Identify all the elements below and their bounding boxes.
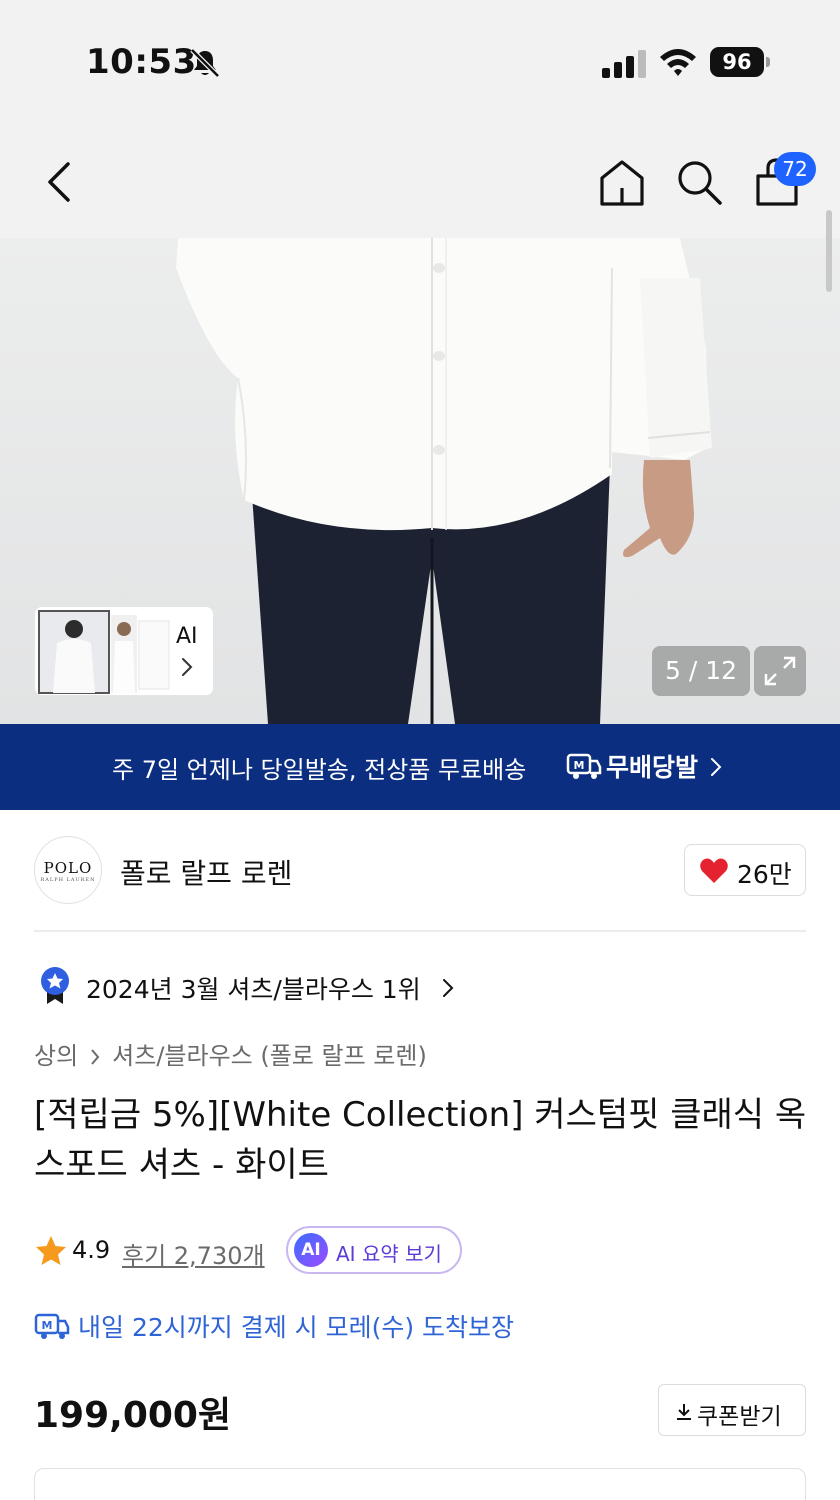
chevron-right-icon[interactable] xyxy=(180,656,194,678)
reviews-link[interactable]: 후기 2,730개 xyxy=(122,1236,265,1271)
ai-icon: AI xyxy=(294,1233,328,1267)
download-icon xyxy=(677,1404,691,1420)
divider xyxy=(34,930,806,932)
cellular-signal-icon xyxy=(602,50,646,78)
ranking-text[interactable]: 2024년 3월 셔츠/블라우스 1위 xyxy=(86,970,421,1006)
chevron-right-icon xyxy=(711,758,722,776)
thumbnail-images xyxy=(38,610,170,694)
battery-level: 96 xyxy=(710,47,764,77)
bottom-card[interactable] xyxy=(34,1468,806,1500)
nav-bar xyxy=(0,120,840,238)
coupon-download-button[interactable]: 쿠폰받기 xyxy=(658,1384,806,1436)
image-counter: 5 / 12 xyxy=(652,646,750,696)
delivery-truck-icon: M xyxy=(34,1313,70,1339)
search-icon[interactable] xyxy=(674,156,724,208)
chevron-right-icon[interactable] xyxy=(442,978,454,998)
banner-text: 주 7일 언제나 당일발송, 전상품 무료배송 xyxy=(112,756,527,784)
like-count: 26만 xyxy=(737,860,792,889)
coupon-label: 쿠폰받기 xyxy=(697,1404,782,1430)
svg-text:M: M xyxy=(574,759,585,772)
ai-thumbnail-label[interactable]: AI xyxy=(176,624,198,649)
product-price: 199,000원 xyxy=(34,1395,232,1436)
banner-brand: 무배당발 xyxy=(606,753,699,782)
brand-logo[interactable]: POLO RALPH LAUREN xyxy=(34,836,102,904)
delivery-truck-icon: M xyxy=(566,753,602,779)
breadcrumb-item-top[interactable]: 상의 xyxy=(34,1042,78,1070)
like-button[interactable]: 26만 xyxy=(684,844,806,896)
wifi-icon xyxy=(660,49,696,76)
thumbnail-strip[interactable] xyxy=(34,606,214,696)
heart-icon xyxy=(700,858,728,883)
star-icon xyxy=(36,1236,66,1265)
rating-value: 4.9 xyxy=(72,1236,111,1264)
battery-icon: 96 xyxy=(710,47,770,77)
delivery-guarantee-text: 내일 22시까지 결제 시 모레(수) 도착보장 xyxy=(78,1313,515,1342)
scrollbar[interactable] xyxy=(826,210,832,292)
ai-summary-label: AI 요약 보기 xyxy=(336,1242,442,1266)
breadcrumb-item-category[interactable]: 셔츠/블라우스 (폴로 랄프 로렌) xyxy=(112,1042,427,1070)
free-shipping-banner[interactable]: 주 7일 언제나 당일발송, 전상품 무료배송 M 무배당발 xyxy=(0,724,840,810)
product-title: [적립금 5%][White Collection] 커스텀핏 클래식 옥스포드… xyxy=(34,1095,807,1185)
status-bar: 10:53 96 xyxy=(0,0,840,120)
ai-summary-button[interactable]: AI AI 요약 보기 xyxy=(286,1226,462,1274)
cart-count-badge: 72 xyxy=(774,152,816,186)
breadcrumb: 상의 셔츠/블라우스 (폴로 랄프 로렌) xyxy=(34,1036,427,1071)
back-icon[interactable] xyxy=(40,160,80,204)
ranking-badge-icon xyxy=(41,967,69,1004)
bell-off-icon xyxy=(190,48,220,78)
home-icon[interactable] xyxy=(596,156,648,208)
status-time: 10:53 xyxy=(86,42,197,82)
svg-text:M: M xyxy=(42,1319,53,1332)
expand-icon[interactable] xyxy=(754,646,806,696)
chevron-right-icon xyxy=(91,1049,100,1065)
brand-name[interactable]: 폴로 랄프 로렌 xyxy=(120,852,292,892)
